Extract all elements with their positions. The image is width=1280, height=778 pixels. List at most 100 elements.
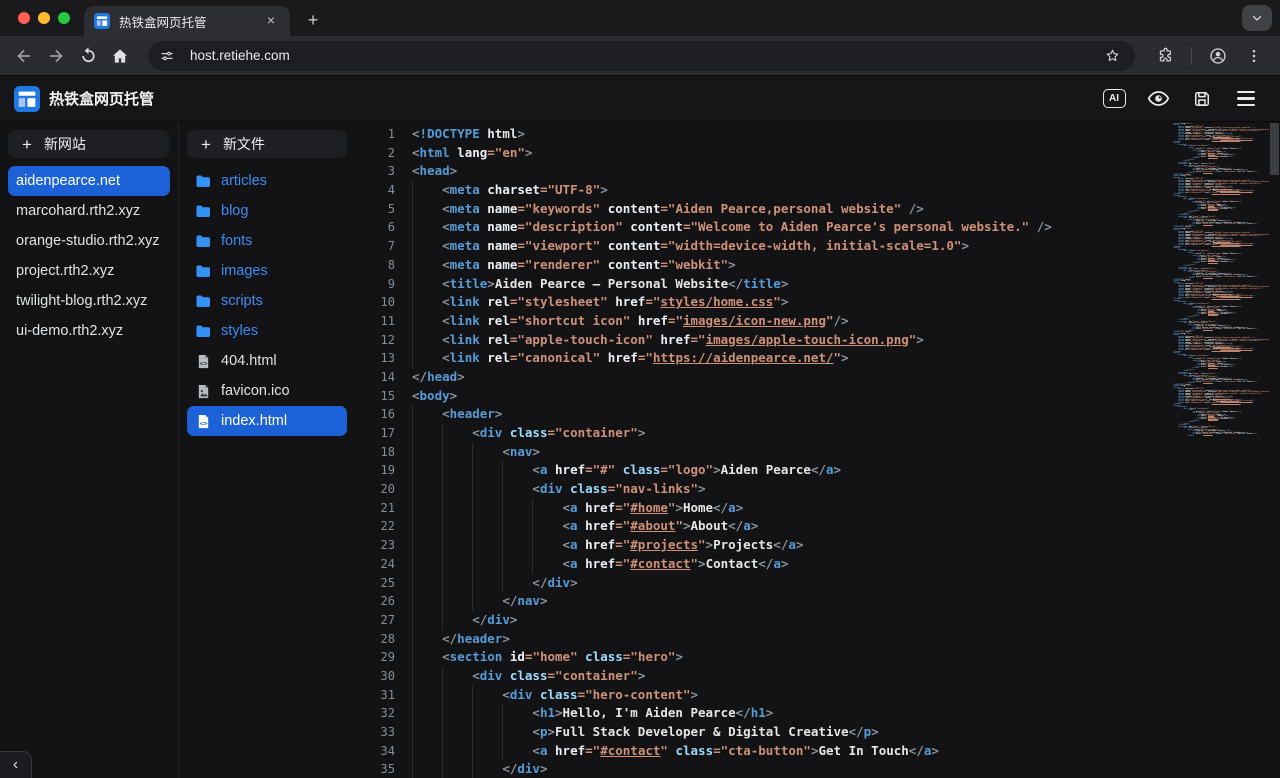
url-text[interactable]: host.retiehe.com xyxy=(190,48,1099,63)
site-item[interactable]: twilight-blog.rth2.xyz xyxy=(8,286,170,316)
editor-minimap[interactable]: <!DOCTYPE html> <html lang="en"> <head> … xyxy=(1173,122,1269,440)
browser-menu-button[interactable] xyxy=(1238,40,1270,72)
line-number: 27 xyxy=(355,611,395,630)
code-row[interactable]: 5 <meta name="keywords" content="Aiden P… xyxy=(355,200,1280,219)
file-item[interactable]: <>404.html xyxy=(187,346,347,376)
site-item-label: twilight-blog.rth2.xyz xyxy=(16,293,147,309)
site-item[interactable]: orange-studio.rth2.xyz xyxy=(8,226,170,256)
folder-item[interactable]: articles xyxy=(187,166,347,196)
line-number: 22 xyxy=(355,517,395,536)
tab-close-icon[interactable]: × xyxy=(262,12,280,30)
code-row[interactable]: 10 <link rel="stylesheet" href="styles/h… xyxy=(355,293,1280,312)
new-tab-button[interactable]: + xyxy=(300,9,326,33)
code-row[interactable]: 32 <h1>Hello, I'm Aiden Pearce</h1> xyxy=(355,704,1280,723)
code-row[interactable]: 33 <p>Full Stack Developer & Digital Cre… xyxy=(355,723,1280,742)
code-row[interactable]: 19 <a href="#" class="logo">Aiden Pearce… xyxy=(355,461,1280,480)
fullscreen-window-button[interactable] xyxy=(58,12,70,24)
plus-icon: + xyxy=(22,136,32,153)
code-row[interactable]: 31 <div class="hero-content"> xyxy=(355,686,1280,705)
code-row[interactable]: 24 <a href="#contact">Contact</a> xyxy=(355,555,1280,574)
code-row[interactable]: 20 <div class="nav-links"> xyxy=(355,480,1280,499)
close-window-button[interactable] xyxy=(18,12,30,24)
code-row[interactable]: 30 <div class="container"> xyxy=(355,667,1280,686)
collapse-sidebar-button[interactable]: ‹ xyxy=(0,751,32,778)
folder-item[interactable]: styles xyxy=(187,316,347,346)
code-line: <div class="container"> xyxy=(412,667,645,686)
browser-toolbar: host.retiehe.com xyxy=(0,36,1280,76)
code-row[interactable]: 21 <a href="#home">Home</a> xyxy=(355,499,1280,518)
code-row[interactable]: 2<html lang="en"> xyxy=(355,144,1280,163)
extensions-button[interactable] xyxy=(1149,40,1181,72)
code-editor[interactable]: 1<!DOCTYPE html>2<html lang="en">3<head>… xyxy=(355,122,1280,778)
forward-arrow-icon xyxy=(46,46,66,66)
line-number: 29 xyxy=(355,648,395,667)
folder-item[interactable]: blog xyxy=(187,196,347,226)
code-row[interactable]: 28 </header> xyxy=(355,630,1280,649)
back-button[interactable] xyxy=(8,40,40,72)
home-button[interactable] xyxy=(104,40,136,72)
new-site-button[interactable]: + 新网站 xyxy=(8,130,170,158)
code-row[interactable]: 6 <meta name="description" content="Welc… xyxy=(355,218,1280,237)
line-number: 17 xyxy=(355,424,395,443)
code-row[interactable]: 4 <meta charset="UTF-8"> xyxy=(355,181,1280,200)
code-row[interactable]: 23 <a href="#projects">Projects</a> xyxy=(355,536,1280,555)
app-header-actions: AI xyxy=(1102,87,1266,111)
line-number: 25 xyxy=(355,574,395,593)
preview-button[interactable] xyxy=(1146,87,1170,111)
ai-assistant-button[interactable]: AI xyxy=(1102,87,1126,111)
site-item[interactable]: marcohard.rth2.xyz xyxy=(8,196,170,226)
code-row[interactable]: 25 </div> xyxy=(355,574,1280,593)
file-item[interactable]: favicon.ico xyxy=(187,376,347,406)
code-row[interactable]: 8 <meta name="renderer" content="webkit"… xyxy=(355,256,1280,275)
sites-sidebar: + 新网站 aidenpearce.netmarcohard.rth2.xyzo… xyxy=(0,122,178,778)
site-item[interactable]: aidenpearce.net xyxy=(8,166,170,196)
code-line: <a href="#" class="logo">Aiden Pearce</a… xyxy=(412,461,841,480)
code-row[interactable]: 34 <a href="#contact" class="cta-button"… xyxy=(355,742,1280,761)
code-row[interactable]: 22 <a href="#about">About</a> xyxy=(355,517,1280,536)
code-row[interactable]: 1<!DOCTYPE html> xyxy=(355,125,1280,144)
site-info-button[interactable] xyxy=(154,43,180,69)
code-row[interactable]: 17 <div class="container"> xyxy=(355,424,1280,443)
editor-scrollbar[interactable] xyxy=(1269,122,1280,778)
scrollbar-thumb[interactable] xyxy=(1270,123,1279,175)
code-line: <html lang="en"> xyxy=(412,144,532,163)
minimize-window-button[interactable] xyxy=(38,12,50,24)
reload-button[interactable] xyxy=(72,40,104,72)
code-row[interactable]: 12 <link rel="apple-touch-icon" href="im… xyxy=(355,331,1280,350)
code-line: <div class="nav-links"> xyxy=(412,480,706,499)
code-row[interactable]: 9 <title>Aiden Pearce – Personal Website… xyxy=(355,275,1280,294)
code-row[interactable]: 11 <link rel="shortcut icon" href="image… xyxy=(355,312,1280,331)
code-row[interactable]: 18 <nav> xyxy=(355,443,1280,462)
avatar-icon xyxy=(1208,46,1228,66)
code-row[interactable]: 16 <header> xyxy=(355,405,1280,424)
code-row[interactable]: 3<head> xyxy=(355,162,1280,181)
tune-icon xyxy=(159,48,175,64)
app-menu-button[interactable] xyxy=(1234,87,1258,111)
code-row[interactable]: 27 </div> xyxy=(355,611,1280,630)
bookmark-button[interactable] xyxy=(1099,43,1125,69)
address-bar[interactable]: host.retiehe.com xyxy=(148,41,1135,71)
file-item[interactable]: <>index.html xyxy=(187,406,347,436)
code-row[interactable]: 13 <link rel="canonical" href="https://a… xyxy=(355,349,1280,368)
forward-button[interactable] xyxy=(40,40,72,72)
new-site-label: 新网站 xyxy=(44,134,86,154)
profile-button[interactable] xyxy=(1202,40,1234,72)
code-row[interactable]: 15<body> xyxy=(355,387,1280,406)
site-item[interactable]: ui-demo.rth2.xyz xyxy=(8,316,170,346)
code-line: <div class="container"> xyxy=(412,424,645,443)
code-row[interactable]: 35 </div> xyxy=(355,760,1280,778)
new-file-button[interactable]: + 新文件 xyxy=(187,130,347,158)
site-item[interactable]: project.rth2.xyz xyxy=(8,256,170,286)
code-row[interactable]: 29 <section id="home" class="hero"> xyxy=(355,648,1280,667)
file-item-label: scripts xyxy=(221,293,263,309)
folder-item[interactable]: scripts xyxy=(187,286,347,316)
save-button[interactable] xyxy=(1190,87,1214,111)
folder-item[interactable]: images xyxy=(187,256,347,286)
code-row[interactable]: 7 <meta name="viewport" content="width=d… xyxy=(355,237,1280,256)
line-number: 20 xyxy=(355,480,395,499)
browser-tab[interactable]: 热铁盒网页托管 × xyxy=(84,6,290,36)
code-row[interactable]: 14</head> xyxy=(355,368,1280,387)
code-row[interactable]: 26 </nav> xyxy=(355,592,1280,611)
folder-item[interactable]: fonts xyxy=(187,226,347,256)
tab-search-button[interactable] xyxy=(1242,5,1272,31)
